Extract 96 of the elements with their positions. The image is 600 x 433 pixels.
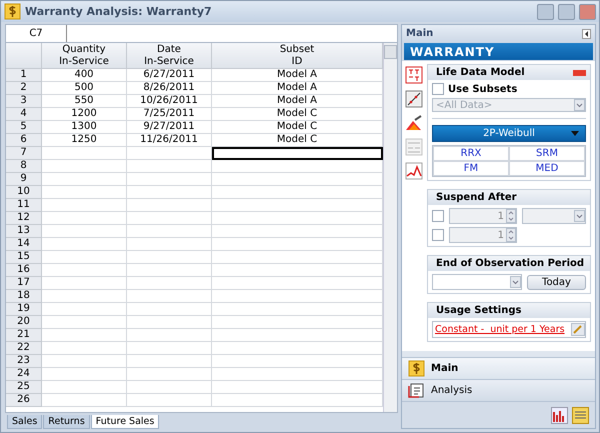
checkbox-label: Use Subsets [448,84,518,94]
row-header[interactable]: 18 [6,290,42,303]
spin-arrows-icon[interactable] [506,228,516,242]
window-title: Warranty Analysis: Warranty7 [25,5,213,18]
table-cell[interactable]: 1300 [42,121,127,134]
row-header[interactable]: 20 [6,316,42,329]
table-cell[interactable]: 8/26/2011 [127,82,212,95]
line-chart-icon[interactable] [405,162,423,180]
table-cell[interactable] [212,147,383,160]
plot-icon[interactable] [405,90,423,108]
edit-icon[interactable] [571,323,585,336]
method-button[interactable]: MED [509,161,585,176]
cell-reference: C7 [6,25,67,42]
row-header[interactable]: 1 [6,69,42,82]
table-cell[interactable]: Model C [212,121,383,134]
nav-item[interactable]: Analysis [402,379,595,401]
row-header[interactable]: 8 [6,160,42,173]
row-header[interactable]: 11 [6,199,42,212]
minimize-button[interactable] [537,4,554,20]
table-cell[interactable]: 550 [42,95,127,108]
sheet-tab[interactable]: Sales [7,415,42,429]
section-title: Suspend After [436,192,517,203]
method-button[interactable]: RRX [433,146,509,161]
checkbox[interactable] [432,83,444,95]
nav-item[interactable]: Main [402,357,595,379]
table-cell[interactable]: Model A [212,82,383,95]
formula-bar[interactable]: C7 [5,24,398,43]
corner-header [6,43,42,69]
checkbox[interactable] [432,229,444,241]
table-cell[interactable]: 1250 [42,134,127,147]
table-cell[interactable]: 7/25/2011 [127,108,212,121]
row-header[interactable]: 6 [6,134,42,147]
row-header[interactable]: 14 [6,238,42,251]
method-button[interactable]: FM [433,161,509,176]
row-header[interactable]: 4 [6,108,42,121]
caret-icon [571,131,579,136]
usage-link[interactable]: Constant - unit per 1 Years [435,324,565,335]
today-button[interactable]: Today [527,274,586,290]
date-dropdown[interactable] [432,274,522,290]
method-button[interactable]: SRM [509,146,585,161]
row-header[interactable]: 12 [6,212,42,225]
row-header[interactable]: 7 [6,147,42,160]
row-header[interactable]: 9 [6,173,42,186]
row-header[interactable]: 16 [6,264,42,277]
row-header[interactable]: 17 [6,277,42,290]
close-button[interactable] [579,4,596,20]
spin-arrows-icon[interactable] [506,209,516,223]
row-header[interactable]: 13 [6,225,42,238]
sheet-tab[interactable]: Returns [43,415,90,429]
checkbox[interactable] [432,210,444,222]
banner: WARRANTY [404,43,593,60]
column-header[interactable]: Subset ID [212,43,383,69]
column-header[interactable]: Date In-Service [127,43,212,69]
report-icon [408,382,425,399]
panel-title: Main [406,28,434,39]
section-title: Usage Settings [436,305,522,316]
section-title: End of Observation Period [436,258,584,269]
wizard-icon[interactable] [405,114,423,132]
row-header[interactable]: 19 [6,303,42,316]
row-header[interactable]: 25 [6,381,42,394]
dollar-icon [4,3,21,20]
table-cell[interactable]: Model A [212,69,383,82]
table-cell[interactable]: Model C [212,134,383,147]
table-cell[interactable]: 11/26/2011 [127,134,212,147]
table-cell[interactable]: Model C [212,108,383,121]
table-cell[interactable]: Model A [212,95,383,108]
scrollbar[interactable] [383,43,397,412]
row-header[interactable]: 26 [6,394,42,407]
collapse-icon[interactable] [582,28,591,38]
table-icon[interactable] [572,406,589,424]
row-header[interactable]: 21 [6,329,42,342]
maximize-button[interactable] [558,4,575,20]
parameters-icon[interactable] [405,66,423,84]
distribution-dropdown[interactable]: 2P-Weibull [432,125,586,142]
row-header[interactable]: 5 [6,121,42,134]
minimize-icon[interactable] [573,70,586,76]
column-header[interactable]: Quantity In-Service [42,43,127,69]
row-header[interactable]: 10 [6,186,42,199]
unit-dropdown[interactable] [522,208,586,224]
section-title: Life Data Model [436,67,525,78]
splitter[interactable] [402,351,595,357]
table-cell[interactable]: 10/26/2011 [127,95,212,108]
table-cell[interactable]: 1200 [42,108,127,121]
row-header[interactable]: 3 [6,95,42,108]
row-header[interactable]: 24 [6,368,42,381]
bar-chart-icon[interactable] [551,406,568,424]
row-header[interactable]: 2 [6,82,42,95]
row-header[interactable]: 23 [6,355,42,368]
table-cell[interactable]: 500 [42,82,127,95]
sheet-tab[interactable]: Future Sales [90,415,160,429]
row-header[interactable]: 22 [6,342,42,355]
table-cell[interactable]: 6/27/2011 [127,69,212,82]
table-cell[interactable]: 9/27/2011 [127,121,212,134]
table-cell[interactable]: 400 [42,69,127,82]
row-header[interactable]: 15 [6,251,42,264]
dollar-icon [408,360,425,377]
